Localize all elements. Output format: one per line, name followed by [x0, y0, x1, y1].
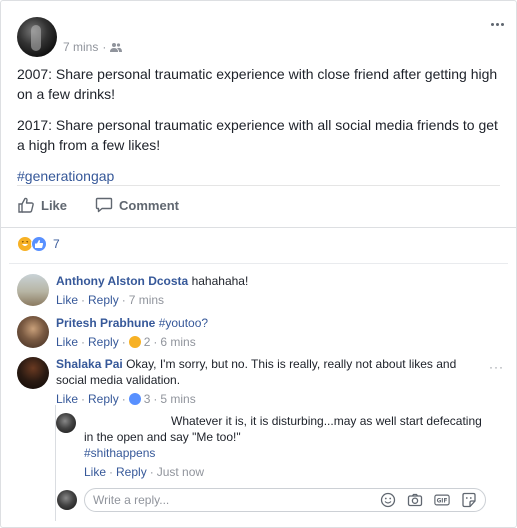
reply-reply-link[interactable]: Reply	[116, 464, 147, 480]
comment-footer: Like · Reply · 7 mins	[56, 292, 165, 308]
reply-like-link[interactable]: Like	[84, 464, 106, 480]
post-card: 7 mins · 2007: Share personal traumatic …	[0, 0, 517, 528]
comment-item: Shalaka Pai Okay, I'm sorry, but no. Thi…	[17, 357, 487, 407]
comment-like-link[interactable]: Like	[56, 292, 78, 308]
friends-audience-icon[interactable]	[110, 42, 123, 52]
post-header: 7 mins ·	[17, 17, 507, 57]
reply-placeholder: Write a reply...	[93, 493, 170, 507]
commenter-avatar[interactable]	[17, 274, 49, 306]
reply-item: Whatever it is, it is disturbing...may a…	[56, 413, 496, 480]
like-icon	[128, 393, 141, 405]
replier-avatar[interactable]	[56, 413, 76, 433]
comment-bubble-icon	[95, 197, 113, 213]
like-label: Like	[41, 197, 68, 213]
post-hashtag[interactable]: #generationgap	[17, 168, 114, 184]
current-user-avatar	[57, 490, 77, 510]
divider	[9, 263, 508, 264]
comment-hashtag[interactable]: #youtoo?	[159, 316, 208, 330]
like-button[interactable]: Like	[13, 191, 71, 219]
reply-footer: Like · Reply · Just now	[84, 464, 205, 480]
comment-footer: Like · Reply · 2 · 6 mins	[56, 334, 196, 350]
comment-time[interactable]: 6 mins	[160, 334, 195, 350]
commenter-name[interactable]: Shalaka Pai	[56, 357, 123, 371]
author-avatar[interactable]	[17, 17, 57, 57]
comment-reply-link[interactable]: Reply	[88, 334, 119, 350]
svg-text:GIF: GIF	[437, 499, 448, 505]
comment-text: hahahaha!	[191, 274, 249, 288]
post-time[interactable]: 7 mins	[63, 40, 98, 54]
divider	[17, 185, 500, 186]
sticker-icon[interactable]	[461, 492, 477, 508]
comment-reply-link[interactable]: Reply	[88, 292, 119, 308]
like-icon	[31, 236, 47, 252]
post-options-button[interactable]	[487, 17, 507, 31]
comment-reaction-count[interactable]: 2	[144, 334, 151, 350]
reply-hashtag[interactable]: #shithappens	[84, 445, 484, 461]
divider	[1, 227, 516, 228]
comment-label: Comment	[119, 197, 179, 213]
reply-input[interactable]: Write a reply... GIF	[84, 488, 486, 512]
reply-text: Whatever it is, it is disturbing...may a…	[84, 414, 482, 444]
comment-like-link[interactable]: Like	[56, 334, 78, 350]
comment-like-link[interactable]: Like	[56, 391, 78, 407]
gif-icon[interactable]: GIF	[434, 492, 450, 508]
meta-separator: ·	[102, 40, 107, 54]
post-paragraph-2: 2017: Share personal traumatic experienc…	[17, 117, 498, 153]
comment-reaction-count[interactable]: 3	[144, 391, 151, 407]
comment-options-button[interactable]: ···	[489, 360, 504, 374]
reaction-count: 7	[53, 237, 60, 251]
comment-item: Anthony Alston Dcosta hahahaha! Like · R…	[17, 274, 248, 308]
post-actions: Like Comment	[13, 191, 183, 219]
commenter-avatar[interactable]	[17, 357, 49, 389]
comment-reply-link[interactable]: Reply	[88, 391, 119, 407]
comment-time[interactable]: 5 mins	[160, 391, 195, 407]
emoji-icon[interactable]	[380, 492, 396, 508]
reply-time[interactable]: Just now	[157, 464, 204, 480]
comment-button[interactable]: Comment	[91, 191, 183, 219]
post-body: 2007: Share personal traumatic experienc…	[17, 65, 505, 199]
commenter-name[interactable]: Anthony Alston Dcosta	[56, 274, 188, 288]
commenter-name[interactable]: Pritesh Prabhune	[56, 316, 155, 330]
post-paragraph-1: 2007: Share personal traumatic experienc…	[17, 66, 498, 102]
camera-icon[interactable]	[407, 492, 423, 508]
comment-item: Pritesh Prabhune #youtoo? Like · Reply ·…	[17, 316, 208, 350]
thumbs-up-icon	[18, 197, 34, 213]
comment-footer: Like · Reply · 3 · 5 mins	[56, 391, 196, 407]
commenter-avatar[interactable]	[17, 316, 49, 348]
reaction-summary[interactable]: 7	[17, 236, 60, 252]
comment-time[interactable]: 7 mins	[129, 292, 164, 308]
haha-icon	[128, 336, 141, 348]
post-meta: 7 mins ·	[63, 40, 123, 54]
